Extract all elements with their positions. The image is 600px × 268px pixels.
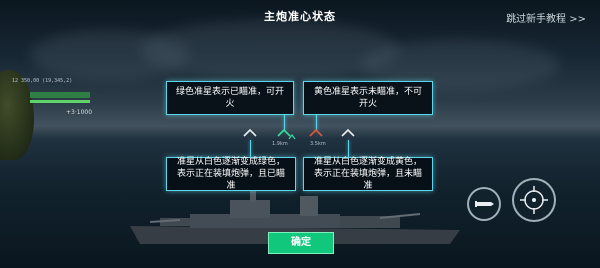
callout-green-loading: 准星从白色逐渐变成绿色，表示正在装填炮弹，且已瞄准 [166,157,296,191]
callout-text: 黄色准星表示未瞄准，不可开火 [313,87,422,109]
callout-yellow-not-ready: 黄色准星表示未瞄准，不可开火 [303,81,433,115]
range-right: 3.5km [310,141,326,147]
callout-text: 准星从白色逐渐变成绿色，表示正在装填炮弹，且已瞄准 [176,157,285,191]
connector-line [348,140,349,157]
ship-armor-bar [30,100,90,103]
game-scene [0,0,600,268]
torpedo-icon [475,201,494,207]
aim-button[interactable] [512,178,556,222]
range-left: 1.9km [272,141,288,147]
torpedo-button[interactable] [467,187,501,221]
skip-tutorial-link[interactable]: 跳过新手教程 >> [506,10,586,25]
left-hud-info: 12 350,00 (19,345,2) [12,78,73,84]
callout-text: 准星从白色逐渐变成黄色，表示正在装填炮弹，且未瞄准 [313,157,422,191]
connector-line [284,115,285,131]
score-readout: +3·1000 [66,109,93,116]
connector-line [316,115,317,131]
callout-text: 绿色准星表示已瞄准，可开火 [175,87,284,109]
confirm-button[interactable]: 确定 [268,232,334,254]
callout-yellow-loading: 准星从白色逐渐变成黄色，表示正在装填炮弹，且未瞄准 [303,157,433,191]
ship-health-bar [30,92,90,98]
callout-green-ready: 绿色准星表示已瞄准，可开火 [166,81,294,115]
crosshair-icon [520,186,548,214]
connector-line [250,140,251,157]
